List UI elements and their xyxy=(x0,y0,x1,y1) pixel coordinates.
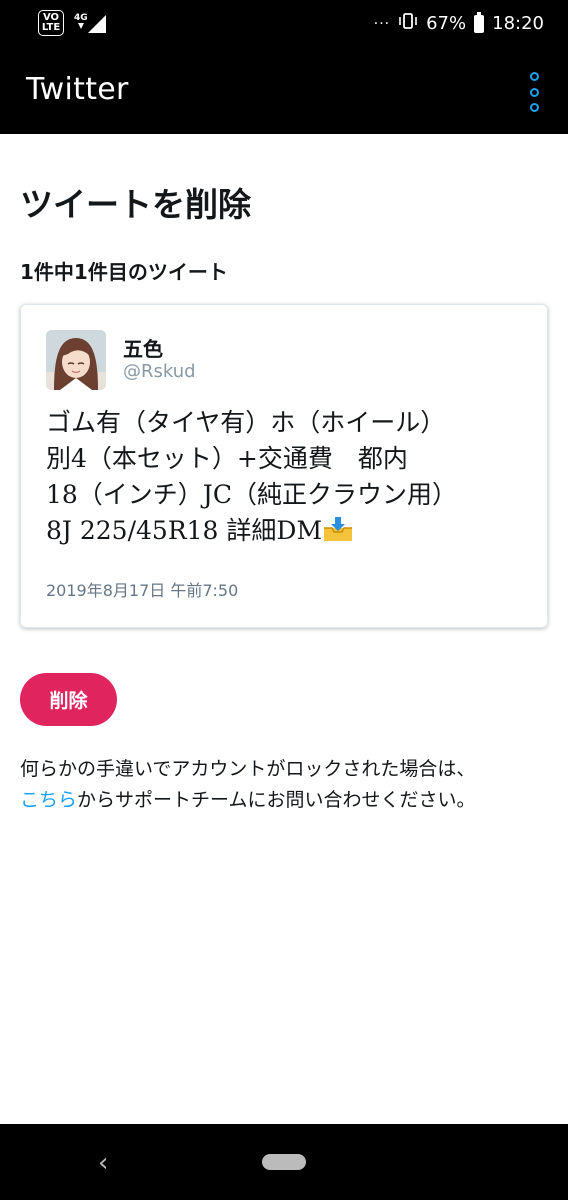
page-title: ツイートを削除 xyxy=(20,185,251,224)
battery-icon xyxy=(474,11,485,33)
app-title: Twitter xyxy=(26,72,129,107)
author-handle: @Rskud xyxy=(123,361,196,382)
tweet-card: 五色 @Rskud ゴム有（タイヤ有）ホ（ホイール） 別4（本セット）+交通費 … xyxy=(20,304,548,628)
avatar xyxy=(46,330,106,390)
navigation-bar: ‹ xyxy=(0,1124,568,1200)
help-text: 何らかの手違いでアカウントがロックされた場合は、 こちらからサポートチームにお問… xyxy=(20,754,560,816)
signal-4g-icon: 4G xyxy=(74,11,108,35)
clock: 18:20 xyxy=(492,13,544,34)
notification-dots: ··· xyxy=(373,15,391,32)
inbox-tray-icon xyxy=(322,516,354,542)
tweet-timestamp: 2019年8月17日 午前7:50 xyxy=(46,581,239,600)
help-line-2-text: からサポートチームにお問い合わせください。 xyxy=(77,789,476,811)
back-icon[interactable]: ‹ xyxy=(98,1148,108,1178)
tweet-count-subtitle: 1件中1件目のツイート xyxy=(20,260,228,284)
vibrate-icon xyxy=(398,12,418,35)
app-bar: Twitter xyxy=(0,52,568,134)
tweet-line: 18（インチ）JC（純正クラウン用） xyxy=(46,480,457,509)
tweet-line: 別4（本セット）+交通費 都内 xyxy=(46,444,408,473)
delete-button[interactable]: 削除 xyxy=(20,673,117,726)
tweet-line-last: 8J 225/45R18 詳細DM xyxy=(46,513,526,549)
support-link[interactable]: こちら xyxy=(20,789,77,811)
more-vertical-icon[interactable] xyxy=(524,72,544,112)
help-line-1: 何らかの手違いでアカウントがロックされた場合は、 xyxy=(20,758,476,780)
author-name: 五色 xyxy=(123,337,163,361)
tweet-line-text: 8J 225/45R18 詳細DM xyxy=(46,516,323,545)
status-bar: VO LTE 4G ··· 67% 18:20 xyxy=(0,0,568,52)
tweet-line: ゴム有（タイヤ有）ホ（ホイール） xyxy=(46,408,446,437)
tweet-text: ゴム有（タイヤ有）ホ（ホイール） 別4（本セット）+交通費 都内 18（インチ）… xyxy=(46,405,526,549)
volte-icon: VO LTE xyxy=(38,10,64,36)
svg-text:4G: 4G xyxy=(74,13,88,23)
help-line-2: こちらからサポートチームにお問い合わせください。 xyxy=(20,785,560,816)
home-pill-icon[interactable] xyxy=(262,1154,306,1170)
battery-percent: 67% xyxy=(426,13,467,34)
